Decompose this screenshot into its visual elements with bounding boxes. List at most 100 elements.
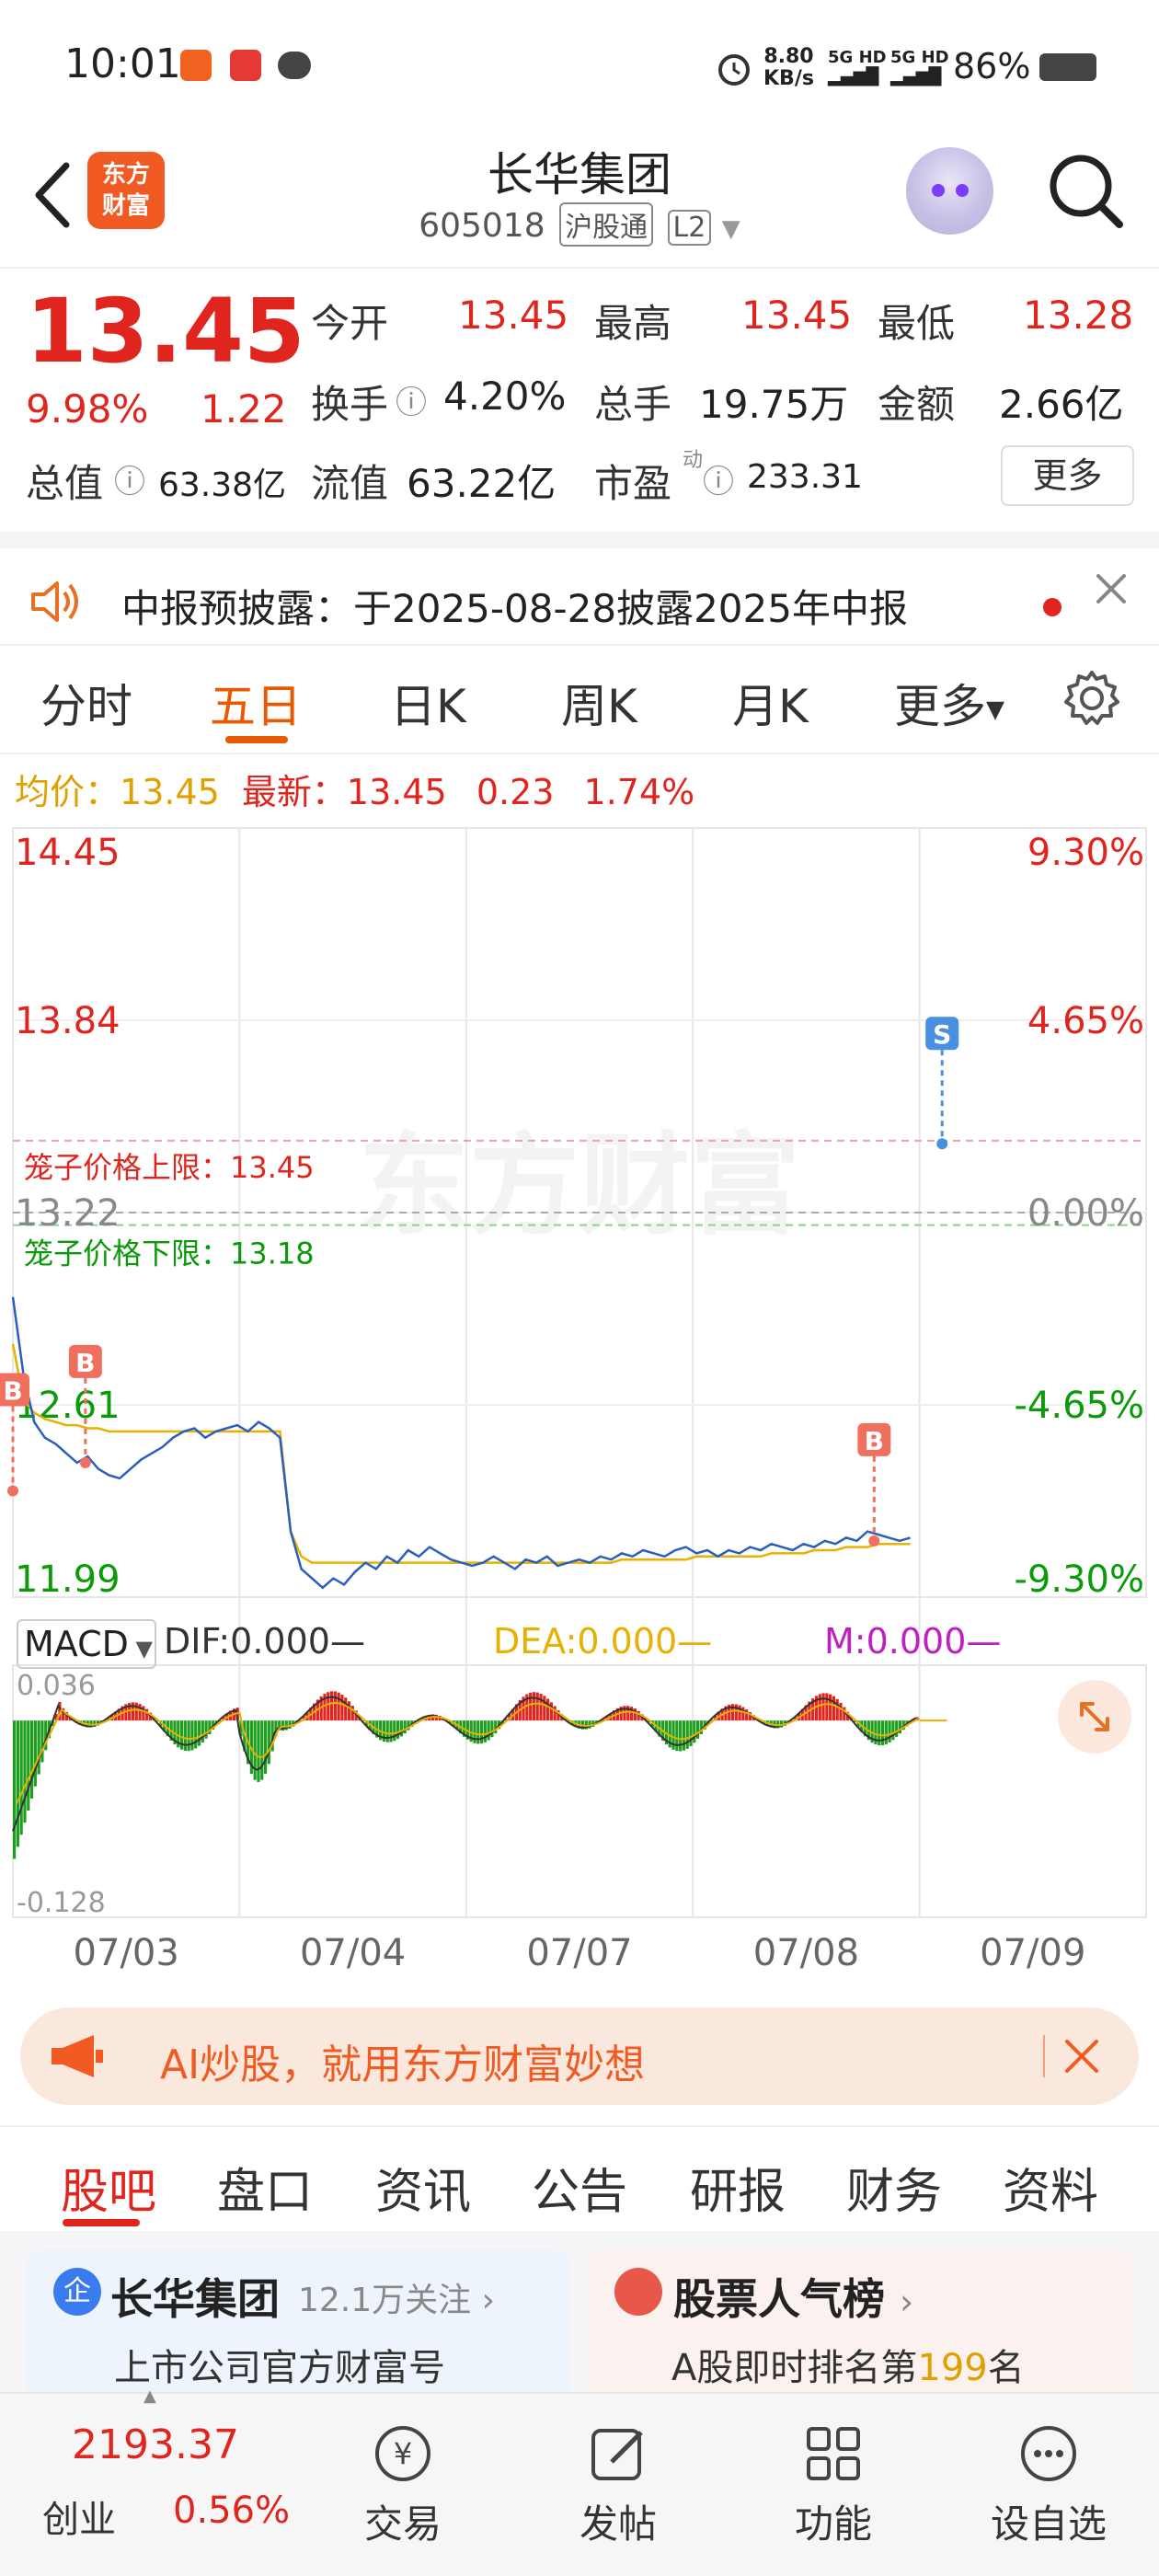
- nav-post[interactable]: 发帖: [545, 2421, 692, 2549]
- nav-add-watchlist[interactable]: 设自选: [975, 2421, 1122, 2549]
- more-button[interactable]: 更多: [1001, 445, 1134, 506]
- y-tick-right: 0.00%: [1027, 1192, 1144, 1235]
- macd-histogram-bar: [543, 1696, 546, 1721]
- ai-robot-icon[interactable]: [906, 147, 993, 235]
- macd-histogram-bar: [40, 1720, 44, 1763]
- search-icon[interactable]: [1044, 149, 1127, 232]
- macd-histogram-bar: [33, 1720, 37, 1787]
- macd-histogram-bar: [685, 1720, 689, 1749]
- network-indicator-1: 5G HD ▂▄▆█: [828, 48, 887, 86]
- chart-tabs: 分时 五日 日K 周K 月K 更多▼: [0, 644, 1159, 754]
- tab-research[interactable]: 研报: [690, 2153, 786, 2222]
- info-icon-pe[interactable]: ⓘ: [703, 456, 734, 501]
- battery-level: 86%: [953, 46, 1031, 86]
- avg-value: 13.45: [120, 772, 220, 812]
- back-arrow-icon[interactable]: [28, 158, 83, 232]
- five-day-chart[interactable]: 东方财富 笼子价格上限：13.45 笼子价格下限：13.18 14.45 9.30% 13…: [0, 819, 1159, 1974]
- mktcap-value: 63.38亿: [158, 466, 287, 504]
- marker-dot: [7, 1485, 18, 1497]
- company-card-subtitle: 上市公司官方财富号: [114, 2347, 445, 2389]
- macd-histogram-bar: [549, 1702, 553, 1721]
- tab-order-book[interactable]: 盘口: [217, 2153, 313, 2222]
- alarm-icon: [718, 54, 750, 86]
- notice-bar[interactable]: 中报预披露：于2025-08-28披露2025年中报: [0, 532, 1159, 642]
- macd-histogram-bar: [829, 1694, 832, 1721]
- macd-histogram-bar: [835, 1698, 839, 1721]
- marker-dot: [79, 1456, 91, 1468]
- high-label: 最高: [594, 301, 672, 346]
- notice-text: 中报预披露：于2025-08-28披露2025年中报: [121, 586, 908, 631]
- eastmoney-logo[interactable]: 东方 财富: [87, 152, 165, 229]
- index-name[interactable]: 创业: [42, 2490, 116, 2543]
- tab-profile[interactable]: 资料: [1003, 2153, 1098, 2222]
- popularity-rank-card[interactable]: 股票人气榜 › A股即时排名第199名: [589, 2249, 1133, 2406]
- macd-histogram-bar: [545, 1698, 550, 1721]
- pe-dynamic-sup: 动: [683, 449, 704, 472]
- y-tick-right: -4.65%: [1014, 1385, 1144, 1427]
- y-tick-left: 13.84: [15, 1000, 120, 1042]
- dropdown-caret-icon[interactable]: ▼: [722, 215, 740, 243]
- tab-news[interactable]: 资讯: [375, 2153, 471, 2222]
- info-icon[interactable]: ⓘ: [396, 377, 427, 422]
- macd-histogram-bar: [679, 1720, 683, 1752]
- index-change-pct[interactable]: 0.56%: [173, 2490, 290, 2532]
- indicator-selector[interactable]: MACD ▼: [17, 1619, 156, 1669]
- change-percent: 9.98%: [26, 386, 149, 431]
- tab-announcements[interactable]: 公告: [532, 2153, 627, 2222]
- tab-monthly-k[interactable]: 月K: [732, 670, 809, 736]
- tab-daily-k[interactable]: 日K: [390, 670, 466, 736]
- price-line: [11, 1296, 911, 1590]
- macd-histogram-bar: [821, 1693, 825, 1721]
- ad-close-icon[interactable]: [1063, 2038, 1100, 2075]
- info-icon-mktcap[interactable]: ⓘ: [114, 456, 145, 501]
- close-icon[interactable]: [1093, 570, 1130, 607]
- macd-histogram-bar: [327, 1692, 330, 1721]
- dif-line: [12, 1696, 917, 1832]
- tab-financials[interactable]: 财务: [846, 2153, 942, 2222]
- company-card-title: 长华集团: [110, 2274, 280, 2324]
- macd-histogram-bar: [23, 1720, 27, 1823]
- edit-post-icon: [591, 2429, 643, 2480]
- macd-histogram-bar: [257, 1720, 260, 1782]
- status-bar: 10:01 8.80 KB/s 5G HD ▂▄▆█ 5G HD ▂▄▆█ 86%: [0, 0, 1159, 138]
- follower-count: 12.1万关注 ›: [298, 2282, 496, 2319]
- nav-trade[interactable]: ¥ 交易: [329, 2421, 476, 2549]
- chart-svg[interactable]: 东方财富 笼子价格上限：13.45 笼子价格下限：13.18 14.45 9.30% 13…: [0, 819, 1159, 1987]
- low-label: 最低: [878, 301, 956, 346]
- pe-value: 233.31: [747, 458, 863, 496]
- macd-histogram-bar: [344, 1697, 348, 1721]
- status-time: 10:01: [64, 40, 181, 87]
- unread-dot: [1043, 598, 1061, 616]
- float-label: 流值: [311, 461, 389, 506]
- y-tick-right: 9.30%: [1027, 832, 1144, 874]
- tab-more[interactable]: 更多▼: [894, 670, 1004, 736]
- settings-gear-icon[interactable]: [1061, 668, 1122, 729]
- bottom-nav: ▲ 2193.37 创业 0.56% ¥ 交易 发帖 功能 设自选: [0, 2386, 1159, 2576]
- macd-histogram-bar: [535, 1692, 539, 1721]
- macd-histogram-bar: [682, 1720, 686, 1751]
- marker-label: B: [865, 1426, 884, 1456]
- company-account-card[interactable]: 企 长华集团 12.1万关注 › 上市公司官方财富号: [26, 2249, 570, 2406]
- tab-five-day[interactable]: 五日: [210, 670, 302, 736]
- turnover-label: 换手: [311, 382, 389, 427]
- expand-button[interactable]: [1058, 1680, 1131, 1754]
- y-tick-right: -9.30%: [1014, 1558, 1144, 1601]
- nav-functions[interactable]: 功能: [760, 2421, 907, 2549]
- index-value[interactable]: 2193.37: [72, 2421, 239, 2468]
- svg-text:¥: ¥: [394, 2436, 412, 2471]
- tab-guba[interactable]: 股吧: [61, 2153, 156, 2222]
- macd-histogram-bar: [490, 1720, 494, 1738]
- message-icon: [278, 52, 311, 79]
- macd-histogram-bar: [190, 1720, 194, 1751]
- tab-weekly-k[interactable]: 周K: [561, 670, 637, 736]
- rank-card-title: 股票人气榜 ›: [673, 2274, 914, 2324]
- tab-intraday[interactable]: 分时: [40, 670, 132, 736]
- marker-dot: [936, 1138, 948, 1150]
- ai-ad-banner[interactable]: AI炒股，就用东方财富妙想: [20, 2007, 1139, 2105]
- macd-histogram-bar: [138, 1704, 142, 1721]
- macd-histogram-bar: [13, 1720, 17, 1859]
- macd-histogram-bar: [396, 1720, 400, 1740]
- open-label: 今开: [311, 301, 389, 346]
- macd-histogram-bar: [839, 1702, 843, 1721]
- macd-histogram-bar: [880, 1720, 885, 1745]
